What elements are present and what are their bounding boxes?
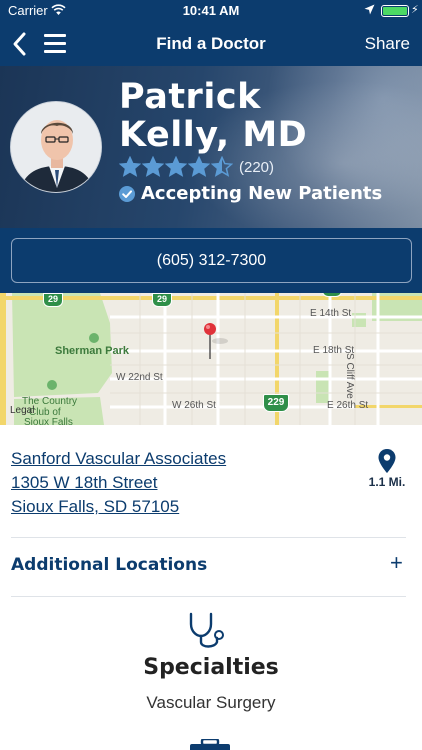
- map-place-label: Sioux Falls: [24, 417, 73, 425]
- star-icon: [211, 156, 233, 177]
- map-legal-link[interactable]: Legal: [10, 405, 34, 416]
- check-circle-icon: [119, 185, 135, 202]
- battery-icon: [381, 5, 409, 17]
- star-icon: [188, 156, 210, 177]
- route-shield-229: 229: [263, 394, 289, 412]
- street-address-link[interactable]: 1305 W 18th Street: [11, 471, 226, 495]
- address-block[interactable]: Sanford Vascular Associates 1305 W 18th …: [11, 447, 226, 519]
- additional-locations-toggle[interactable]: Additional Locations: [11, 555, 207, 575]
- route-shield-29-left: 29: [43, 293, 63, 307]
- doctor-name-line2: Kelly, MD: [119, 115, 308, 155]
- map-street-label: S Cliff Ave: [344, 353, 355, 399]
- stethoscope-icon: [189, 612, 224, 648]
- divider: [11, 537, 406, 538]
- doctor-header: Patrick Kelly, MD (220) Accepting New Pa…: [0, 66, 422, 228]
- briefcase-icon: [190, 739, 230, 750]
- call-phone-button[interactable]: (605) 312-7300: [11, 238, 412, 283]
- distance-indicator[interactable]: 1.1 Mi.: [363, 449, 411, 489]
- phone-band: (605) 312-7300: [0, 228, 422, 293]
- map-street-label: E 14th St: [310, 308, 352, 319]
- map-pin-icon: [378, 449, 396, 473]
- clock: 10:41 AM: [182, 3, 240, 18]
- charging-icon: ⚡: [411, 4, 419, 16]
- practice-name-link[interactable]: Sanford Vascular Associates: [11, 447, 226, 471]
- map-park-label: Sherman Park: [55, 345, 129, 357]
- nav-bar: Find a Doctor Share: [0, 22, 422, 66]
- rating-stars: [119, 156, 234, 178]
- review-count: (220): [239, 158, 275, 176]
- distance-value: 1.1 Mi.: [368, 475, 406, 489]
- accepting-label: Accepting New Patients: [141, 183, 383, 204]
- city-state-zip-link[interactable]: Sioux Falls, SD 57105: [11, 495, 226, 519]
- rating: (220): [119, 156, 274, 178]
- page-title: Find a Doctor: [156, 34, 266, 53]
- route-shield-29-right: 29: [152, 293, 172, 307]
- share-button[interactable]: Share: [365, 34, 410, 54]
- location-services-icon: [364, 4, 375, 15]
- map-street-label: W 22nd St: [116, 372, 163, 383]
- map-street-label: E 26th St: [327, 400, 369, 411]
- doctor-name: Patrick Kelly, MD: [119, 78, 307, 154]
- star-icon: [165, 156, 187, 177]
- status-bar: Carrier 10:41 AM ⚡: [0, 0, 422, 22]
- expand-plus-icon[interactable]: +: [390, 550, 403, 576]
- doctor-name-line1: Patrick: [119, 77, 261, 117]
- specialty-value: Vascular Surgery: [146, 693, 276, 712]
- specialties-heading: Specialties: [143, 655, 279, 680]
- doctor-photo: [10, 101, 102, 193]
- map-street-label: W 26th St: [172, 400, 216, 411]
- star-icon: [142, 156, 164, 177]
- divider: [11, 596, 406, 597]
- accepting-status: Accepting New Patients: [119, 183, 382, 204]
- star-icon: [119, 156, 141, 177]
- location-map[interactable]: 29 29 229 E 14th St E 18th St W 22nd St …: [0, 293, 422, 425]
